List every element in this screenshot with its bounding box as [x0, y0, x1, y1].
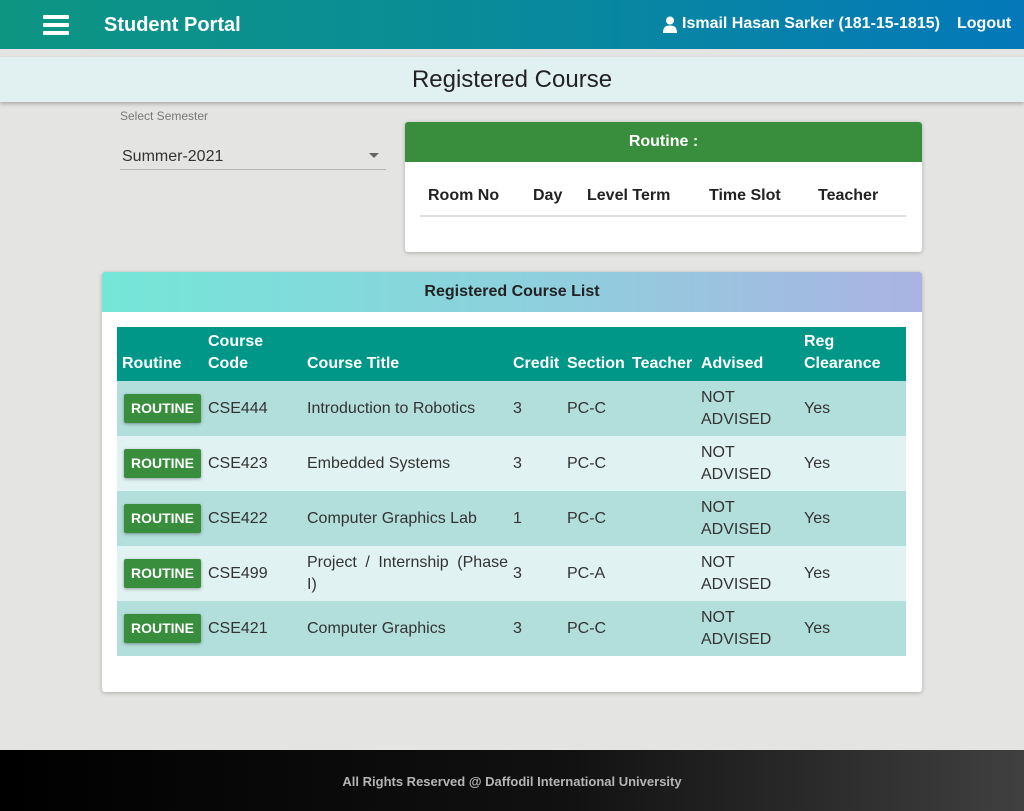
- semester-label: Select Semester: [120, 109, 209, 123]
- course-title: Computer Graphics: [302, 601, 508, 656]
- page-title-bar: Registered Course: [0, 57, 1024, 102]
- course-advised: NOT ADVISED: [696, 491, 799, 546]
- routine-button[interactable]: ROUTINE: [124, 394, 201, 423]
- course-advised: NOT ADVISED: [696, 601, 799, 656]
- routine-button[interactable]: ROUTINE: [124, 614, 201, 643]
- course-list-card: Registered Course List Routine Course Cod…: [102, 272, 922, 692]
- routine-col-teacher: Teacher: [818, 187, 879, 204]
- routine-table-header: Room No Day Level Term Time Slot Teacher: [420, 177, 906, 217]
- caret-down-icon: [369, 153, 379, 158]
- course-title: Embedded Systems: [302, 436, 508, 491]
- course-clearance: Yes: [799, 381, 906, 436]
- routine-col-level-term: Level Term: [587, 187, 671, 204]
- course-clearance: Yes: [799, 436, 906, 491]
- course-section: PC-C: [562, 381, 627, 436]
- course-advised: NOT ADVISED: [696, 381, 799, 436]
- col-routine: Routine: [117, 327, 203, 381]
- course-section: PC-A: [562, 546, 627, 601]
- course-teacher: [627, 601, 696, 656]
- course-section: PC-C: [562, 601, 627, 656]
- course-title: Project / Internship (Phase I): [302, 546, 508, 601]
- course-teacher: [627, 546, 696, 601]
- course-list-title: Registered Course List: [102, 272, 922, 312]
- col-course-code: Course Code: [203, 327, 302, 381]
- table-row: ROUTINE CSE422 Computer Graphics Lab 1 P…: [117, 491, 906, 546]
- menu-icon[interactable]: [43, 15, 69, 35]
- course-code: CSE423: [203, 436, 302, 491]
- routine-title: Routine :: [405, 122, 922, 162]
- col-credit: Credit: [508, 327, 562, 381]
- footer-text: All Rights Reserved @ Daffodil Internati…: [342, 774, 682, 789]
- routine-col-time-slot: Time Slot: [709, 187, 781, 204]
- course-teacher: [627, 491, 696, 546]
- semester-value: Summer-2021: [122, 148, 224, 165]
- logout-link[interactable]: Logout: [957, 15, 1011, 33]
- user-name: Ismail Hasan Sarker (181-15-1815): [682, 15, 940, 32]
- course-code: CSE499: [203, 546, 302, 601]
- course-advised: NOT ADVISED: [696, 436, 799, 491]
- routine-col-room: Room No: [428, 187, 500, 204]
- table-row: ROUTINE CSE421 Computer Graphics 3 PC-C …: [117, 601, 906, 656]
- course-credit: 3: [508, 381, 562, 436]
- routine-button[interactable]: ROUTINE: [124, 504, 201, 533]
- table-row: ROUTINE CSE423 Embedded Systems 3 PC-C N…: [117, 436, 906, 491]
- course-section: PC-C: [562, 491, 627, 546]
- table-row: ROUTINE CSE499 Project / Internship (Pha…: [117, 546, 906, 601]
- col-advised: Advised: [696, 327, 799, 381]
- course-credit: 3: [508, 601, 562, 656]
- course-credit: 3: [508, 546, 562, 601]
- semester-select[interactable]: Summer-2021: [120, 142, 386, 170]
- routine-col-day: Day: [533, 187, 563, 204]
- col-section: Section: [562, 327, 627, 381]
- brand-title[interactable]: Student Portal: [104, 14, 241, 37]
- top-navbar: Student Portal Ismail Hasan Sarker (181-…: [0, 0, 1024, 49]
- col-reg-clearance: Reg Clearance: [799, 327, 906, 381]
- course-section: PC-C: [562, 436, 627, 491]
- user-icon: [663, 16, 677, 33]
- course-teacher: [627, 436, 696, 491]
- course-table: Routine Course Code Course Title Credit S…: [117, 327, 906, 656]
- col-teacher: Teacher: [627, 327, 696, 381]
- user-info[interactable]: Ismail Hasan Sarker (181-15-1815): [662, 15, 940, 33]
- routine-card: Routine : Room No Day Level Term Time Sl…: [405, 122, 922, 252]
- course-code: CSE444: [203, 381, 302, 436]
- course-teacher: [627, 381, 696, 436]
- course-clearance: Yes: [799, 546, 906, 601]
- course-title: Computer Graphics Lab: [302, 491, 508, 546]
- course-clearance: Yes: [799, 601, 906, 656]
- course-clearance: Yes: [799, 491, 906, 546]
- course-code: CSE422: [203, 491, 302, 546]
- table-row: ROUTINE CSE444 Introduction to Robotics …: [117, 381, 906, 436]
- course-credit: 3: [508, 436, 562, 491]
- col-course-title: Course Title: [302, 327, 508, 381]
- footer: All Rights Reserved @ Daffodil Internati…: [0, 750, 1024, 811]
- course-code: CSE421: [203, 601, 302, 656]
- page-title: Registered Course: [411, 66, 613, 93]
- table-header-row: Routine Course Code Course Title Credit S…: [117, 327, 906, 381]
- routine-button[interactable]: ROUTINE: [124, 449, 201, 478]
- course-title: Introduction to Robotics: [302, 381, 508, 436]
- routine-button[interactable]: ROUTINE: [124, 559, 201, 588]
- course-advised: NOT ADVISED: [696, 546, 799, 601]
- course-credit: 1: [508, 491, 562, 546]
